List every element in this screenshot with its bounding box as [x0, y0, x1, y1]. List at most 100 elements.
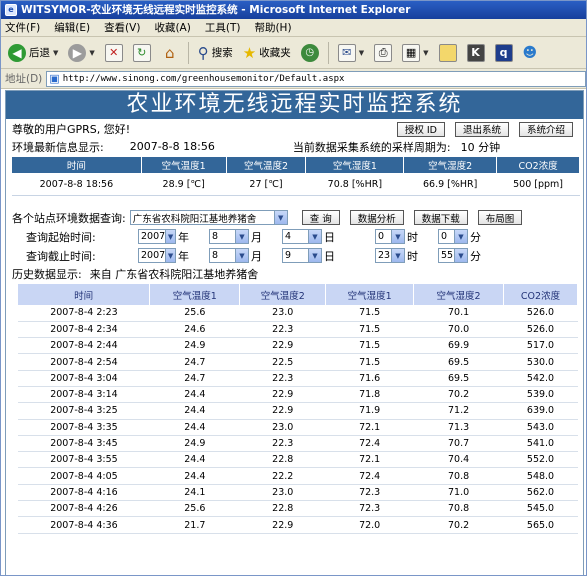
end-hour-select[interactable]: 23 ▼	[375, 248, 405, 263]
day-unit: 日	[324, 249, 335, 263]
dropdown-caret-icon: ▼	[53, 48, 59, 57]
home-button[interactable]: ⌂	[158, 41, 182, 65]
table-cell: 23.0	[239, 305, 326, 322]
start-day-select[interactable]: 4 ▼	[282, 229, 322, 244]
column-header: CO2浓度	[503, 284, 578, 305]
latest-time: 2007-8-8 18:56	[129, 140, 215, 153]
menu-file[interactable]: 文件(F)	[5, 20, 40, 35]
hour-unit: 时	[407, 230, 418, 244]
table-cell: 72.4	[325, 435, 414, 453]
table-cell: 27 [℃]	[226, 173, 306, 196]
start-month-select[interactable]: 8 ▼	[209, 229, 249, 244]
table-cell: 71.5	[325, 305, 414, 322]
column-header: 空气温度2	[239, 284, 327, 305]
latest-label: 环境最新信息显示:	[12, 140, 104, 154]
back-button[interactable]: ◀ 后退 ▼	[5, 41, 61, 65]
favorites-button[interactable]: ★ 收藏夹	[240, 41, 294, 65]
forward-arrow-icon: ▶	[68, 43, 87, 62]
print-button[interactable]: ⎙	[371, 41, 395, 65]
end-year-select[interactable]: 2007 ▼	[138, 248, 176, 263]
search-label: 搜索	[211, 47, 233, 59]
table-row: 2007-8-8 18:56 28.9 [℃] 27 [℃] 70.8 [%HR…	[11, 173, 580, 196]
end-month-select[interactable]: 8 ▼	[209, 248, 249, 263]
start-day-value: 4	[285, 231, 292, 242]
table-cell: 526.0	[503, 321, 578, 339]
year-unit: 年	[178, 249, 189, 263]
refresh-button[interactable]: ↻	[130, 41, 154, 65]
system-intro-button[interactable]: 系统介绍	[518, 121, 573, 137]
table-cell: 2007-8-4 3:55	[18, 451, 150, 469]
end-label: 查询截止时间:	[26, 249, 96, 263]
favorites-label: 收藏夹	[259, 47, 291, 59]
start-year-value: 2007	[141, 231, 166, 242]
end-day-value: 9	[285, 250, 292, 261]
menu-tools[interactable]: 工具(T)	[205, 20, 241, 35]
table-row: 2007-8-4 4:36 21.7 22.9 72.0 70.2 565.0	[18, 516, 578, 534]
edit-icon: ▦	[402, 43, 421, 62]
table-cell: 24.1	[149, 484, 240, 502]
table-cell: 500 [ppm]	[496, 173, 580, 196]
end-time-row: 查询截止时间: 2007 ▼ 年 8 ▼ 月 9 ▼ 日 23 ▼ 时 55 ▼ 分	[6, 246, 583, 265]
forward-button[interactable]: ▶ ▼	[65, 41, 97, 65]
data-download-button[interactable]: 数据下载	[413, 210, 468, 225]
table-cell: 23.0	[239, 484, 326, 502]
station-select[interactable]: 广东省农科院阳江基地养猪舍 ▼	[129, 210, 288, 225]
menu-edit[interactable]: 编辑(E)	[54, 20, 90, 35]
messenger-button[interactable]: ☻	[520, 41, 541, 65]
table-cell: 25.6	[149, 500, 240, 518]
search-button[interactable]: ⚲ 搜索	[195, 41, 236, 65]
column-header: 空气温度1	[149, 284, 241, 305]
table-cell: 71.2	[413, 402, 504, 420]
edit-button[interactable]: ▦ ▼	[399, 41, 431, 65]
end-minute-value: 55	[441, 250, 454, 261]
table-cell: 24.4	[149, 386, 240, 404]
authorize-id-button[interactable]: 授权 ID	[396, 121, 445, 137]
mail-button[interactable]: ✉ ▼	[335, 41, 367, 65]
start-minute-select[interactable]: 0 ▼	[438, 229, 468, 244]
column-header: 空气温度2	[225, 156, 307, 174]
chevron-down-icon: ▼	[165, 249, 175, 262]
table-cell: 517.0	[503, 337, 578, 355]
minute-unit: 分	[470, 230, 481, 244]
chevron-down-icon: ▼	[273, 211, 287, 224]
title-bar: e WITSYMOR-农业环境无线远程实时监控系统 - Microsoft In…	[1, 1, 586, 19]
history-label: 历史数据显示:	[12, 267, 82, 281]
table-row: 2007-8-4 2:34 24.6 22.3 71.5 70.0 526.0	[18, 321, 578, 339]
chevron-down-icon: ▼	[235, 230, 248, 243]
history-title-row: 历史数据显示: 来自 广东省农科院阳江基地养猪舍	[6, 265, 583, 282]
hour-unit: 时	[407, 249, 418, 263]
end-minute-select[interactable]: 55 ▼	[438, 248, 468, 263]
logout-button[interactable]: 退出系统	[454, 121, 509, 137]
table-row: 2007-8-4 3:55 24.4 22.8 72.1 70.4 552.0	[18, 451, 578, 469]
tool-k-button[interactable]: K	[464, 41, 488, 65]
menu-view[interactable]: 查看(V)	[104, 20, 140, 35]
table-cell: 28.9 [℃]	[141, 173, 227, 196]
address-bar: 地址(D) ▣ http://www.sinong.com/greenhouse…	[1, 69, 586, 89]
table-cell: 71.5	[325, 337, 414, 355]
end-day-select[interactable]: 9 ▼	[282, 248, 322, 263]
station-label: 各个站点环境数据查询:	[12, 211, 126, 225]
dropdown-caret-icon: ▼	[423, 48, 429, 57]
start-hour-select[interactable]: 0 ▼	[375, 229, 405, 244]
layout-map-button[interactable]: 布局图	[477, 210, 523, 225]
table-cell: 71.5	[325, 353, 414, 371]
start-year-select[interactable]: 2007 ▼	[138, 229, 176, 244]
menu-help[interactable]: 帮助(H)	[254, 20, 291, 35]
stop-button[interactable]: ✕	[102, 41, 126, 65]
column-header: CO2浓度	[496, 156, 580, 174]
table-cell: 22.3	[239, 321, 326, 339]
tool-k-icon: K	[466, 43, 485, 62]
table-row: 2007-8-4 3:25 24.4 22.9 71.9 71.2 639.0	[18, 402, 578, 420]
query-button[interactable]: 查 询	[301, 210, 340, 225]
table-cell: 526.0	[503, 305, 578, 322]
tool-q-button[interactable]: q	[492, 41, 516, 65]
history-source: 来自 广东省农科院阳江基地养猪舍	[89, 267, 259, 281]
data-analysis-button[interactable]: 数据分析	[349, 210, 404, 225]
browser-window: e WITSYMOR-农业环境无线远程实时监控系统 - Microsoft In…	[0, 0, 587, 576]
history-button[interactable]: ◷	[298, 41, 322, 65]
user-row: 尊敬的用户GPRS, 您好! 授权 ID 退出系统 系统介绍	[6, 119, 583, 139]
table-row: 2007-8-4 2:54 24.7 22.5 71.5 69.5 530.0	[18, 353, 578, 371]
menu-favorites[interactable]: 收藏(A)	[154, 20, 190, 35]
folder-button[interactable]	[436, 41, 460, 65]
address-input[interactable]: ▣ http://www.sinong.com/greenhousemonito…	[46, 70, 586, 87]
